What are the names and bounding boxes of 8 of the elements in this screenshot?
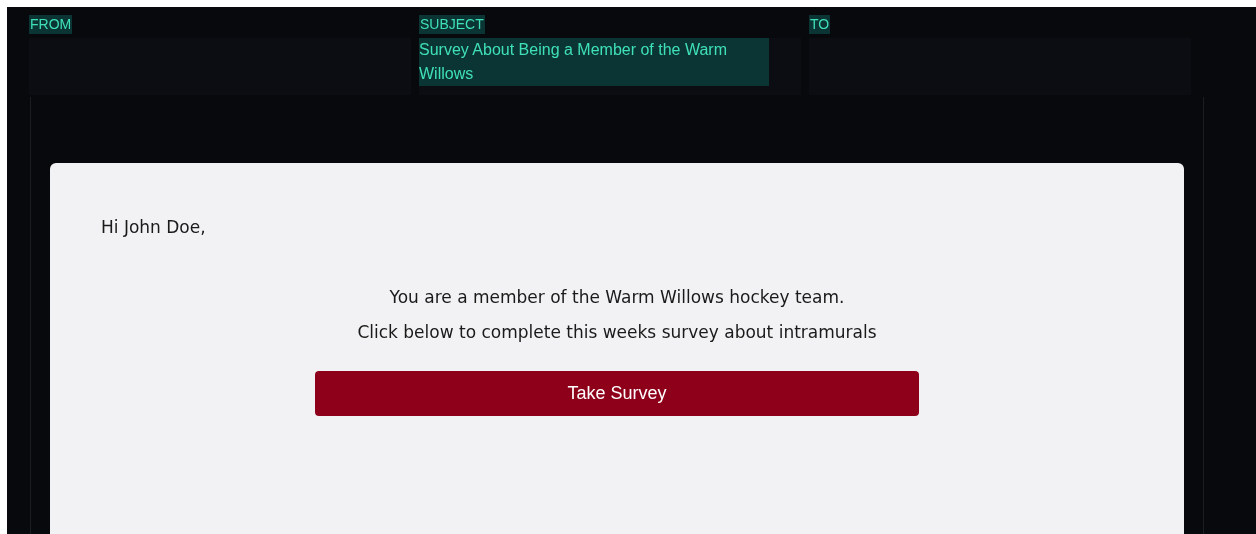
message-text: You are a member of the Warm Willows hockey team. — [389, 287, 845, 307]
greeting-text: Hi John Doe, — [101, 217, 207, 237]
subject-text: Survey About Being a Member of the Warm Willows — [419, 38, 769, 86]
field-label: TO — [809, 15, 831, 34]
message-text: Click below to complete this weeks survey about intramurals — [357, 322, 877, 342]
field-label: FROM — [29, 15, 73, 34]
take-survey-button[interactable]: Take Survey — [315, 371, 919, 416]
field-label: SUBJECT — [419, 15, 485, 34]
